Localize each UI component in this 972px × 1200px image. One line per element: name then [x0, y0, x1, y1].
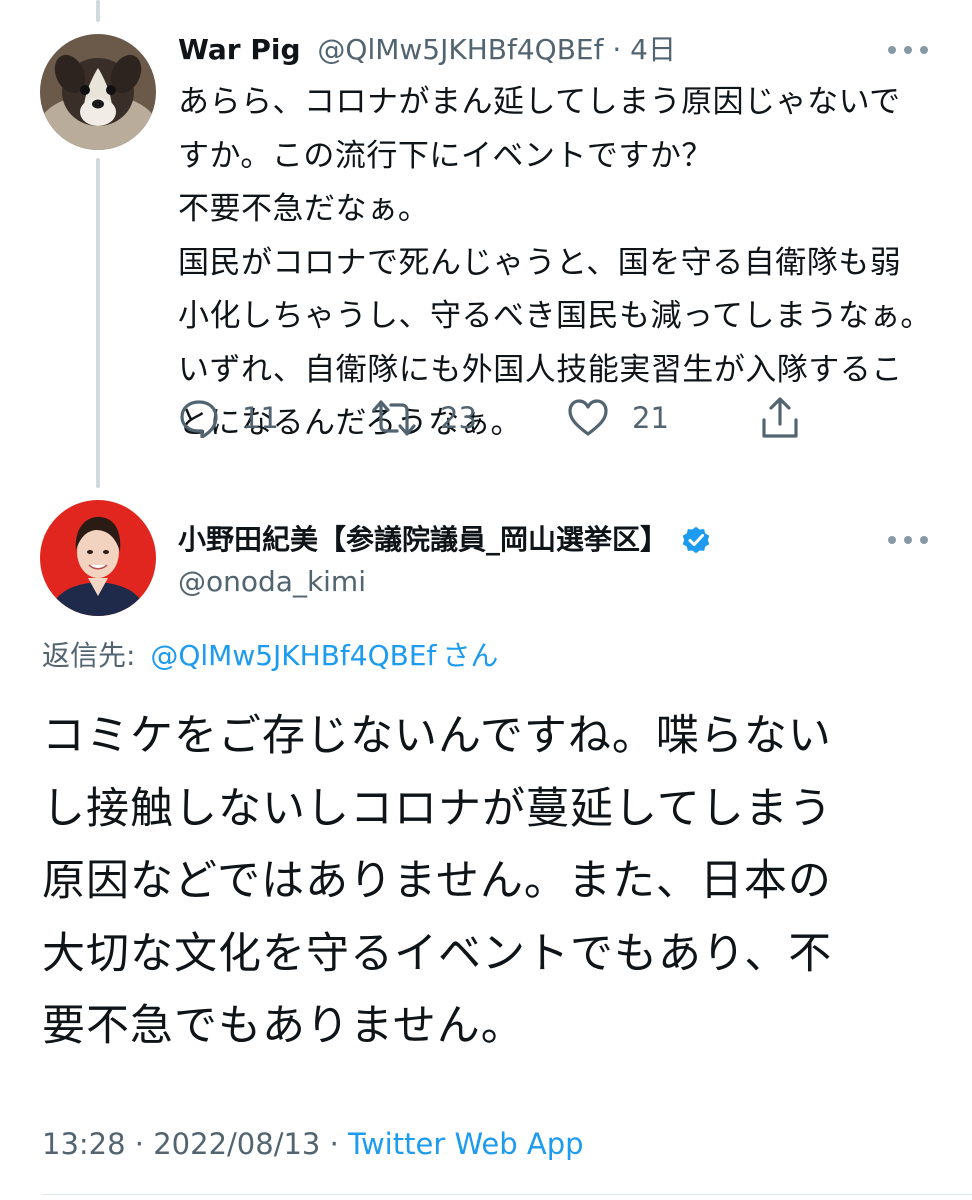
separator-dot: · [134, 1127, 145, 1161]
reply-suffix: さん [442, 639, 499, 672]
like-count: 21 [632, 401, 669, 435]
tweet-metadata: 13:28 · 2022/08/13 · Twitter Web App [42, 1124, 584, 1164]
retweet-button[interactable]: 23 [370, 390, 477, 446]
tweet-text-line: し接触しないしコロナが蔓延してしまう [42, 783, 833, 834]
tweet-text: コミケをご存じないんですね。喋らない し接触しないしコロナが蔓延してしまう 原因… [42, 700, 942, 1063]
thread-line [96, 158, 100, 488]
retweet-icon [372, 400, 416, 436]
reply-mention-link[interactable]: @QlMw5JKHBf4QBEf [150, 639, 436, 672]
heart-icon [568, 399, 608, 436]
avatar[interactable] [40, 34, 156, 150]
tweet-time[interactable]: 4日 [630, 33, 676, 66]
tweet-text-line: あらら、コロナがまん延してしまう原因じゃないで [178, 84, 901, 120]
tweet-text-line: いずれ、自衛隊にも外国人技能実習生が入隊するこ [178, 351, 903, 388]
separator-dot: · [329, 1127, 339, 1161]
display-name[interactable]: War Pig [178, 33, 301, 66]
tweet-text-line: 国民がコロナで死んじゃうと、国を守る自衛隊も弱 [178, 244, 902, 281]
reply-context: 返信先: @QlMw5JKHBf4QBEf さん [42, 636, 498, 676]
display-name[interactable]: 小野田紀美【参議院議員_岡山選挙区】 [178, 520, 712, 560]
tweet-date[interactable]: 2022/08/13 [153, 1127, 320, 1161]
reply-button[interactable]: 11 [178, 390, 279, 446]
share-button[interactable] [760, 390, 800, 446]
profile-photo-avatar [40, 500, 156, 616]
tweet1-header: War Pig @QlMw5JKHBf4QBEf · 4日 [178, 30, 676, 70]
tweet-text-line: 要不急でもありません。 [42, 1001, 525, 1051]
tweet-text-line: コミケをご存じないんですね。喋らない [42, 711, 832, 761]
tweet-actions: 11 23 21 [170, 390, 830, 446]
tweet-time[interactable]: 13:28 [42, 1127, 126, 1161]
reply-prefix: 返信先: [42, 639, 136, 672]
tweet-text-line: 不要不急だなぁ。 [178, 191, 430, 227]
user-handle[interactable]: @onoda_kimi [178, 562, 366, 602]
reply-count: 11 [242, 401, 279, 435]
source-link[interactable]: Twitter Web App [348, 1127, 584, 1161]
share-icon [762, 397, 798, 438]
like-button[interactable]: 21 [566, 390, 669, 446]
verified-badge-icon [682, 526, 710, 554]
puppy-avatar-image [40, 34, 156, 150]
tweet-text-line: 小化しちゃうし、守るべき国民も減ってしまうなぁ。 [178, 298, 932, 334]
divider [42, 1194, 972, 1195]
more-horizontal-icon[interactable] [888, 533, 928, 547]
tweet-text-line: 大切な文化を守るイベントでもあり、不 [42, 928, 833, 979]
retweet-count: 23 [440, 401, 477, 435]
avatar[interactable] [40, 500, 156, 616]
tweet-text-line: 原因などではありません。また、日本の [42, 856, 832, 906]
separator-dot: · [612, 33, 622, 66]
tweet-text-line: すか。この流行下にイベントですか？ [178, 137, 713, 174]
thread-line-top [96, 0, 100, 22]
reply-icon [180, 400, 218, 438]
more-horizontal-icon[interactable] [888, 43, 928, 57]
user-handle[interactable]: @QlMw5JKHBf4QBEf [317, 33, 603, 66]
display-name-text: 小野田紀美【参議院議員_岡山選挙区】 [178, 523, 669, 556]
